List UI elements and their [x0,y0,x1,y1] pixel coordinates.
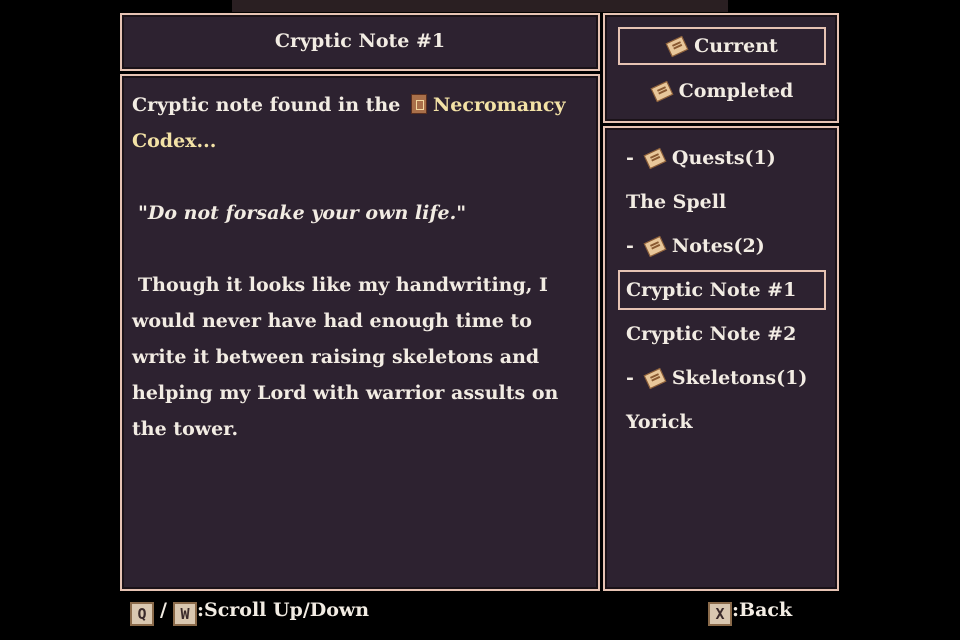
note-title: Cryptic Note #1 [274,30,446,52]
list-item-the-spell[interactable]: The Spell [618,182,826,222]
note-body: Cryptic note found in the Necromancy Cod… [132,87,584,447]
list-item-label: Yorick [626,411,693,433]
tab-panel: Current Completed [603,13,839,123]
scroll-hint-label: :Scroll Up/Down [196,599,370,621]
note-quote: Do not forsake your own life. [147,202,457,224]
key-q-icon: Q [130,602,154,626]
background-strip [232,0,728,12]
list-item-cryptic-note-2[interactable]: Cryptic Note #2 [618,314,826,354]
scroll-hint: Q / W:Scroll Up/Down [130,596,370,626]
hint-slash: / [160,599,167,621]
category-label: Notes(2) [671,235,765,257]
key-x-icon: X [708,602,732,626]
scroll-icon [644,237,666,255]
tab-current[interactable]: Current [618,27,826,65]
key-w-icon: W [172,602,197,626]
quote-open: " [138,202,148,224]
item-name: Necromancy [432,94,566,116]
note-paragraph: Though it looks like my handwriting, I w… [132,274,559,440]
category-quests[interactable]: - Quests(1) [618,138,826,178]
quote-close: " [456,202,467,224]
note-text-panel[interactable]: Cryptic note found in the Necromancy Cod… [120,74,600,591]
tab-current-label: Current [694,35,778,57]
collapse-dash: - [626,367,634,389]
book-icon [410,94,427,114]
scroll-icon [651,82,673,100]
note-title-panel: Cryptic Note #1 [120,13,600,71]
list-item-yorick[interactable]: Yorick [618,402,826,442]
list-item-cryptic-note-1[interactable]: Cryptic Note #1 [618,270,826,310]
category-notes[interactable]: - Notes(2) [618,226,826,266]
tab-completed[interactable]: Completed [618,72,826,110]
collapse-dash: - [626,147,634,169]
note-quote-line: "Do not forsake your own life." [132,195,584,231]
scroll-icon [644,369,666,387]
note-intro-line: Cryptic note found in the Necromancy Cod… [132,87,584,159]
journal-list-panel: - Quests(1) The Spell - Notes(2) Cryptic N… [603,126,839,591]
collapse-dash: - [626,235,634,257]
category-label: Skeletons(1) [671,367,808,389]
list-item-label: Cryptic Note #1 [626,279,797,301]
scroll-icon [666,37,688,55]
list-item-label: The Spell [626,191,727,213]
item-name-cont: Codex... [132,130,217,152]
note-intro: Cryptic note found in the [132,94,401,116]
list-item-label: Cryptic Note #2 [626,323,797,345]
back-button[interactable]: X:Back [708,596,793,626]
scroll-icon [644,149,666,167]
back-label: :Back [732,599,793,621]
tab-completed-label: Completed [678,80,794,102]
category-label: Quests(1) [671,147,776,169]
category-skeletons[interactable]: - Skeletons(1) [618,358,826,398]
